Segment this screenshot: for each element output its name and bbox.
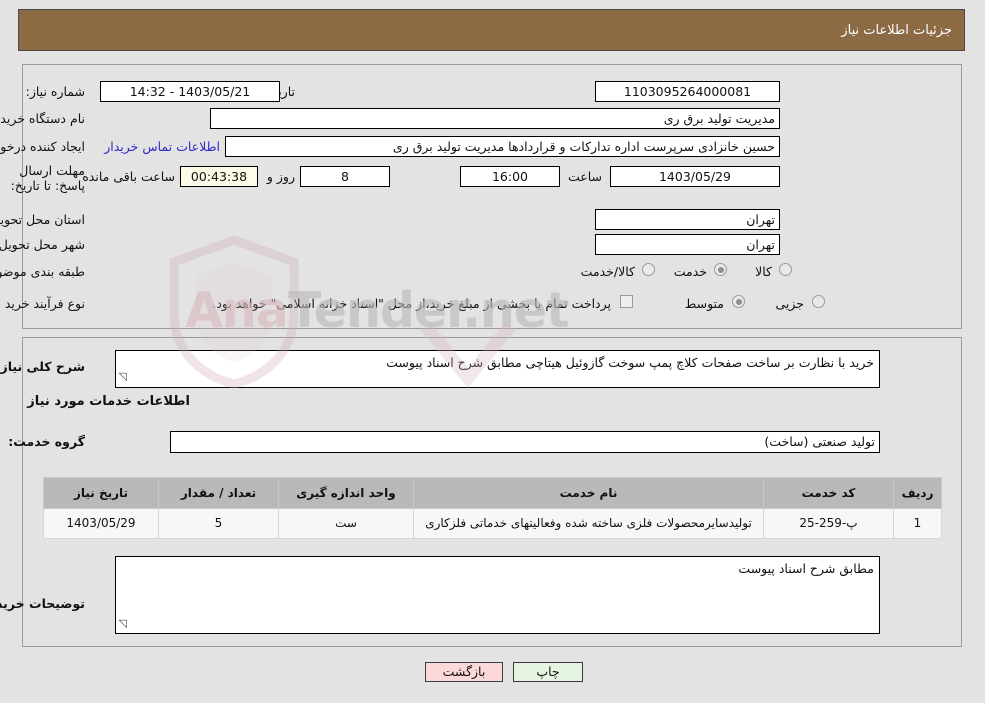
col-quantity: تعداد / مقدار [158, 477, 279, 509]
cell-need-date: 1403/05/29 [43, 508, 159, 539]
page-header-banner: جزئیات اطلاعات نیاز [18, 9, 965, 51]
category-radio-kala-khedmat[interactable] [642, 263, 655, 276]
announce-datetime-value: 1403/05/21 - 14:32 [100, 81, 280, 102]
page-title: جزئیات اطلاعات نیاز [841, 23, 952, 38]
general-desc-label: شرح کلی نیاز: [0, 359, 85, 374]
process-label-jozi: جزیی [775, 296, 804, 311]
need-number-value: 1103095264000081 [595, 81, 780, 102]
print-button[interactable]: چاپ [513, 662, 583, 682]
services-section-title: اطلاعات خدمات مورد نیاز [27, 394, 190, 409]
countdown-timer: 00:43:38 [180, 166, 258, 187]
general-desc-textarea[interactable]: خرید با نظارت بر ساخت صفحات کلاچ پمپ سوخ… [115, 350, 880, 388]
category-radio-kala[interactable] [779, 263, 792, 276]
deadline-label: مهلت ارسال پاسخ: تا تاریخ: [10, 163, 85, 193]
table-row: 1 پ-259-25 تولیدسایرمحصولات فلزی ساخته ش… [43, 508, 942, 539]
cell-service-code: پ-259-25 [763, 508, 894, 539]
remaining-days-label: روز و [266, 169, 295, 184]
category-label: طبقه بندی موضوعی: [0, 264, 85, 279]
buyer-org-value: مدیریت تولید برق ری [210, 108, 780, 129]
cell-quantity: 5 [158, 508, 279, 539]
buyer-contact-link[interactable]: اطلاعات تماس خریدار [104, 139, 220, 154]
back-button[interactable]: بازگشت [425, 662, 503, 682]
province-label: استان محل تحویل: [0, 212, 85, 227]
remaining-time-label: ساعت باقی مانده [82, 169, 175, 184]
buyer-notes-textarea[interactable]: مطابق شرح اسناد پیوست [115, 556, 880, 634]
cell-row-no: 1 [893, 508, 942, 539]
service-group-value: تولید صنعتی (ساخت) [170, 431, 880, 453]
need-summary-panel [22, 64, 962, 329]
service-group-label: گروه خدمت: [8, 434, 85, 449]
buyer-org-label: نام دستگاه خریدار: [0, 111, 85, 126]
treasury-docs-checkbox[interactable] [620, 295, 633, 308]
deadline-hour-value: 16:00 [460, 166, 560, 187]
province-value: تهران [595, 209, 780, 230]
need-number-label: شماره نیاز: [25, 84, 85, 99]
cell-service-name: تولیدسایرمحصولات فلزی ساخته شده وفعالیته… [413, 508, 764, 539]
remaining-days-value: 8 [300, 166, 390, 187]
deadline-hour-label: ساعت [567, 169, 602, 184]
city-label: شهر محل تحویل: [0, 237, 85, 252]
table-header-row: ردیف کد خدمت نام خدمت واحد اندازه گیری ت… [43, 477, 942, 509]
process-label-motevaset: متوسط [684, 296, 724, 311]
category-label-kala-khedmat: کالا/خدمت [580, 264, 635, 279]
process-radio-motevaset[interactable] [732, 295, 745, 308]
category-label-kala: کالا [755, 264, 772, 279]
needs-table: ردیف کد خدمت نام خدمت واحد اندازه گیری ت… [43, 477, 942, 539]
cell-unit: ست [278, 508, 414, 539]
col-service-code: کد خدمت [763, 477, 894, 509]
treasury-note: پرداخت تمام یا بخشی از مبلغ خرید،از محل … [212, 296, 611, 311]
col-row-no: ردیف [893, 477, 942, 509]
col-unit: واحد اندازه گیری [278, 477, 414, 509]
buyer-notes-label: توضیحات خریدار: [0, 596, 85, 611]
col-need-date: تاریخ نیاز [43, 477, 159, 509]
needs-table-wrapper: ردیف کد خدمت نام خدمت واحد اندازه گیری ت… [43, 477, 942, 539]
city-value: تهران [595, 234, 780, 255]
process-label: نوع فرآیند خرید : [0, 296, 85, 311]
creator-label: ایجاد کننده درخواست: [0, 139, 85, 154]
category-radio-khedmat[interactable] [714, 263, 727, 276]
process-radio-jozi[interactable] [812, 295, 825, 308]
deadline-date-value: 1403/05/29 [610, 166, 780, 187]
creator-value: حسین خانزادی سرپرست اداره تدارکات و قرار… [225, 136, 780, 157]
category-label-khedmat: خدمت [673, 264, 707, 279]
col-service-name: نام خدمت [413, 477, 764, 509]
